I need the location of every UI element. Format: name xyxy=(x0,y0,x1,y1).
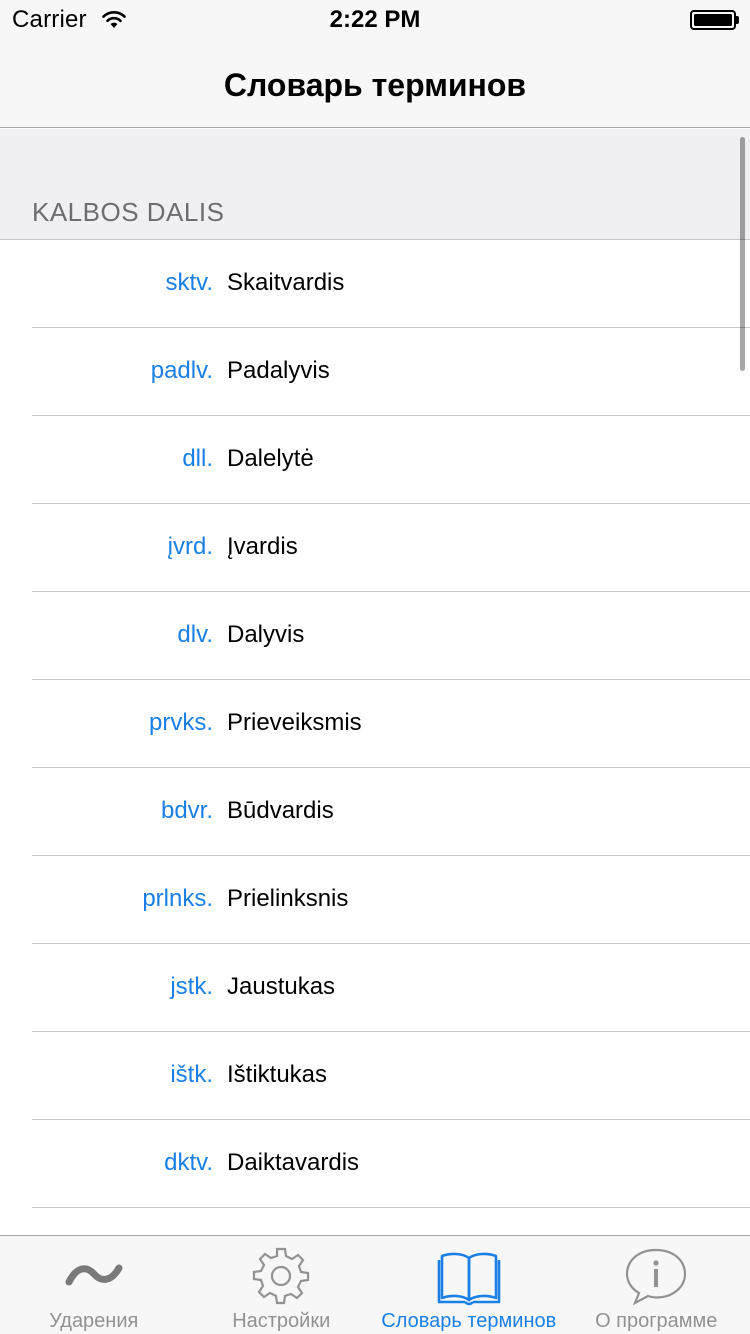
table-row[interactable]: jstk. Jaustukas xyxy=(0,944,750,1032)
tab-label: О программе xyxy=(595,1310,718,1332)
term-abbreviation: jstk. xyxy=(170,973,213,1000)
term-name: Prielinksnis xyxy=(227,885,349,912)
term-name: Jaustukas xyxy=(227,973,336,1000)
term-name: Skaitvardis xyxy=(227,269,345,296)
battery-icon xyxy=(690,10,740,30)
gear-icon xyxy=(253,1247,310,1305)
term-abbreviation: dlv. xyxy=(177,621,213,648)
tab-label: Словарь терминов xyxy=(381,1310,557,1332)
info-bubble-icon xyxy=(626,1248,687,1306)
term-name: Įvardis xyxy=(227,533,298,560)
term-name: Dalyvis xyxy=(227,621,305,648)
tab-settings[interactable]: Настройки xyxy=(188,1236,376,1334)
navigation-bar: Словарь терминов xyxy=(0,40,750,128)
tab-bar: Ударения Настройки Словарь терминов О пр… xyxy=(0,1235,750,1334)
tab-label: Настройки xyxy=(232,1310,331,1332)
status-time: 2:22 PM xyxy=(329,6,421,33)
term-abbreviation: prvks. xyxy=(148,709,213,736)
term-abbreviation: prlnks. xyxy=(142,885,213,912)
terms-list: sktv. Skaitvardis padlv. Padalyvis dll. Dalel… xyxy=(0,240,750,1208)
table-row[interactable]: padlv. Padalyvis xyxy=(0,328,750,416)
scroll-indicator[interactable] xyxy=(740,137,745,371)
table-row[interactable]: dlv. Dalyvis xyxy=(0,592,750,680)
table-row[interactable]: prlnks. Prielinksnis xyxy=(0,856,750,944)
term-name: Daiktavardis xyxy=(227,1149,360,1176)
term-abbreviation: dktv. xyxy=(164,1149,213,1176)
term-abbreviation: padlv. xyxy=(150,357,213,384)
section-header-label: KALBOS DALIS xyxy=(32,197,225,227)
table-row[interactable]: įvrd. Įvardis xyxy=(0,504,750,592)
table-row[interactable]: dktv. Daiktavardis xyxy=(0,1120,750,1208)
tab-label: Ударения xyxy=(49,1310,139,1332)
table-row[interactable]: bdvr. Būdvardis xyxy=(0,768,750,856)
term-name: Padalyvis xyxy=(227,357,330,384)
term-abbreviation: įvrd. xyxy=(167,533,213,560)
term-abbreviation: bdvr. xyxy=(160,797,213,824)
tab-stress[interactable]: Ударения xyxy=(0,1236,188,1334)
table-row[interactable]: prvks. Prieveiksmis xyxy=(0,680,750,768)
book-icon xyxy=(437,1252,501,1306)
tab-dictionary[interactable]: Словарь терминов xyxy=(375,1236,563,1334)
tilde-icon xyxy=(65,1264,123,1286)
term-name: Prieveiksmis xyxy=(227,709,362,736)
table-row[interactable]: sktv. Skaitvardis xyxy=(0,240,750,328)
section-header: KALBOS DALIS xyxy=(0,129,750,240)
term-name: Ištiktukas xyxy=(227,1061,328,1088)
terms-table[interactable]: KALBOS DALIS sktv. Skaitvardis padlv. Padal… xyxy=(0,129,750,1235)
term-abbreviation: sktv. xyxy=(165,269,213,296)
status-bar: Carrier 2:22 PM xyxy=(0,0,750,40)
term-name: Būdvardis xyxy=(227,797,334,824)
tab-about[interactable]: О программе xyxy=(563,1236,750,1334)
page-title: Словарь терминов xyxy=(223,67,527,103)
table-row[interactable]: dll. Dalelytė xyxy=(0,416,750,504)
term-name: Dalelytė xyxy=(227,445,314,472)
term-abbreviation: ištk. xyxy=(170,1061,213,1088)
term-abbreviation: dll. xyxy=(182,445,213,472)
table-row[interactable]: ištk. Ištiktukas xyxy=(0,1032,750,1120)
